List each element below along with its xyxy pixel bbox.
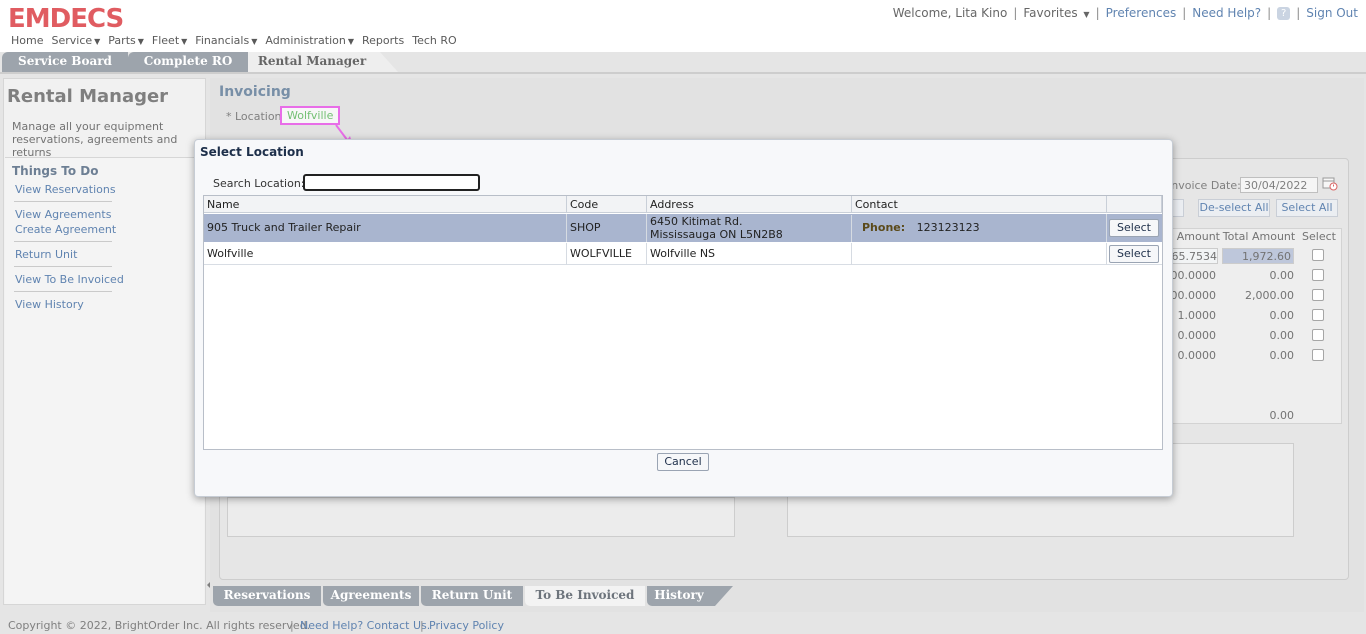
column-header-action — [1107, 196, 1162, 213]
location-name-cell: 905 Truck and Trailer Repair — [204, 214, 567, 242]
location-code-cell: WOLFVILLE — [567, 243, 647, 265]
search-location-input[interactable] — [303, 174, 480, 191]
location-code-cell: SHOP — [567, 214, 647, 242]
search-location-label: Search Location: — [213, 177, 305, 190]
select-button[interactable]: Select — [1109, 219, 1159, 237]
address-line-1: 6450 Kitimat Rd. — [650, 215, 743, 228]
location-contact-cell — [852, 243, 1107, 265]
location-name-cell: Wolfville — [204, 243, 567, 265]
select-button[interactable]: Select — [1109, 245, 1159, 263]
dialog-title: Select Location — [200, 145, 304, 159]
column-header-contact[interactable]: Contact — [852, 196, 1107, 213]
column-header-address[interactable]: Address — [647, 196, 852, 213]
phone-value: 123123123 — [916, 221, 980, 234]
location-address-cell: Wolfville NS — [647, 243, 852, 265]
phone-label: Phone: — [862, 221, 906, 234]
location-address-cell: 6450 Kitimat Rd. Mississauga ON L5N2B8 — [647, 215, 852, 242]
column-header-name[interactable]: Name — [204, 196, 567, 213]
address-line-2: Mississauga ON L5N2B8 — [650, 228, 783, 241]
column-header-code[interactable]: Code — [567, 196, 647, 213]
location-contact-cell: Phone: 123123123 — [852, 214, 1107, 242]
cancel-button[interactable]: Cancel — [657, 453, 709, 471]
